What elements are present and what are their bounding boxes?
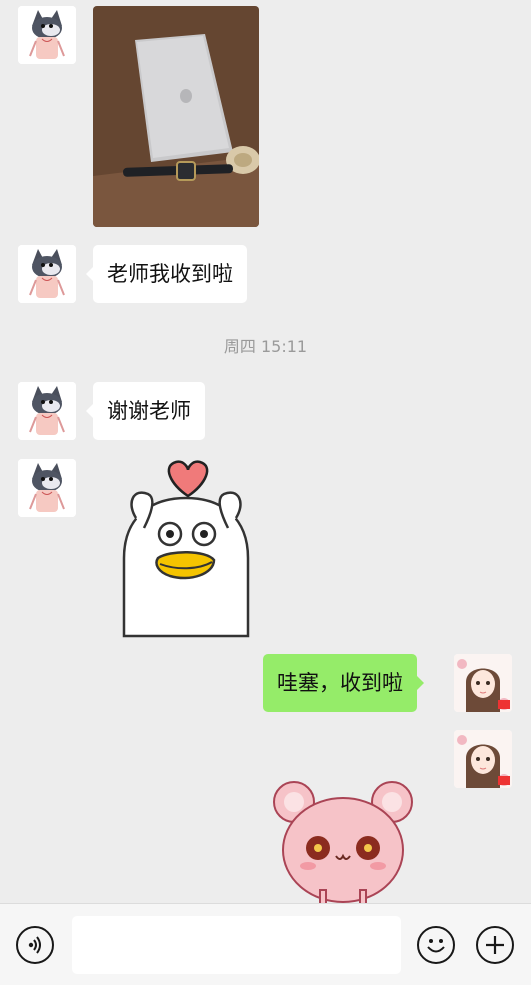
contact-avatar[interactable] <box>18 6 76 64</box>
pink-bear-sticker[interactable] <box>268 778 418 903</box>
chat-area[interactable]: 老师我收到啦 周四 15:11 谢谢老师 哇塞，收到啦 <box>0 0 531 903</box>
voice-button[interactable] <box>16 926 54 964</box>
duck-heart-sticker-icon <box>122 460 250 638</box>
cartoon-cat-avatar-icon <box>18 245 76 303</box>
message-bubble-incoming[interactable]: 老师我收到啦 <box>86 245 247 303</box>
plus-icon <box>486 936 504 954</box>
emoji-button[interactable] <box>417 926 455 964</box>
contact-avatar[interactable] <box>18 459 76 517</box>
cartoon-cat-avatar-icon <box>18 382 76 440</box>
cartoon-cat-avatar-icon <box>18 459 76 517</box>
message-bubble-outgoing[interactable]: 哇塞，收到啦 <box>263 654 424 712</box>
user-avatar[interactable] <box>454 654 512 712</box>
message-timestamp: 周四 15:11 <box>223 337 308 356</box>
contact-avatar[interactable] <box>18 245 76 303</box>
plus-button[interactable] <box>476 926 514 964</box>
contact-avatar[interactable] <box>18 382 76 440</box>
shared-photo[interactable] <box>93 6 259 227</box>
emoji-icon <box>427 939 445 953</box>
message-input[interactable] <box>72 916 401 974</box>
pink-bear-sticker-icon <box>273 781 413 903</box>
cartoon-cat-avatar-icon <box>18 6 76 64</box>
duck-heart-sticker[interactable] <box>110 458 260 638</box>
message-bubble-incoming[interactable]: 谢谢老师 <box>86 382 205 440</box>
laptop-photo-icon <box>93 6 259 227</box>
girl-portrait-avatar-icon <box>454 730 512 788</box>
input-bar <box>0 903 531 985</box>
girl-portrait-avatar-icon <box>454 654 512 712</box>
voice-icon <box>28 936 41 954</box>
user-avatar[interactable] <box>454 730 512 788</box>
